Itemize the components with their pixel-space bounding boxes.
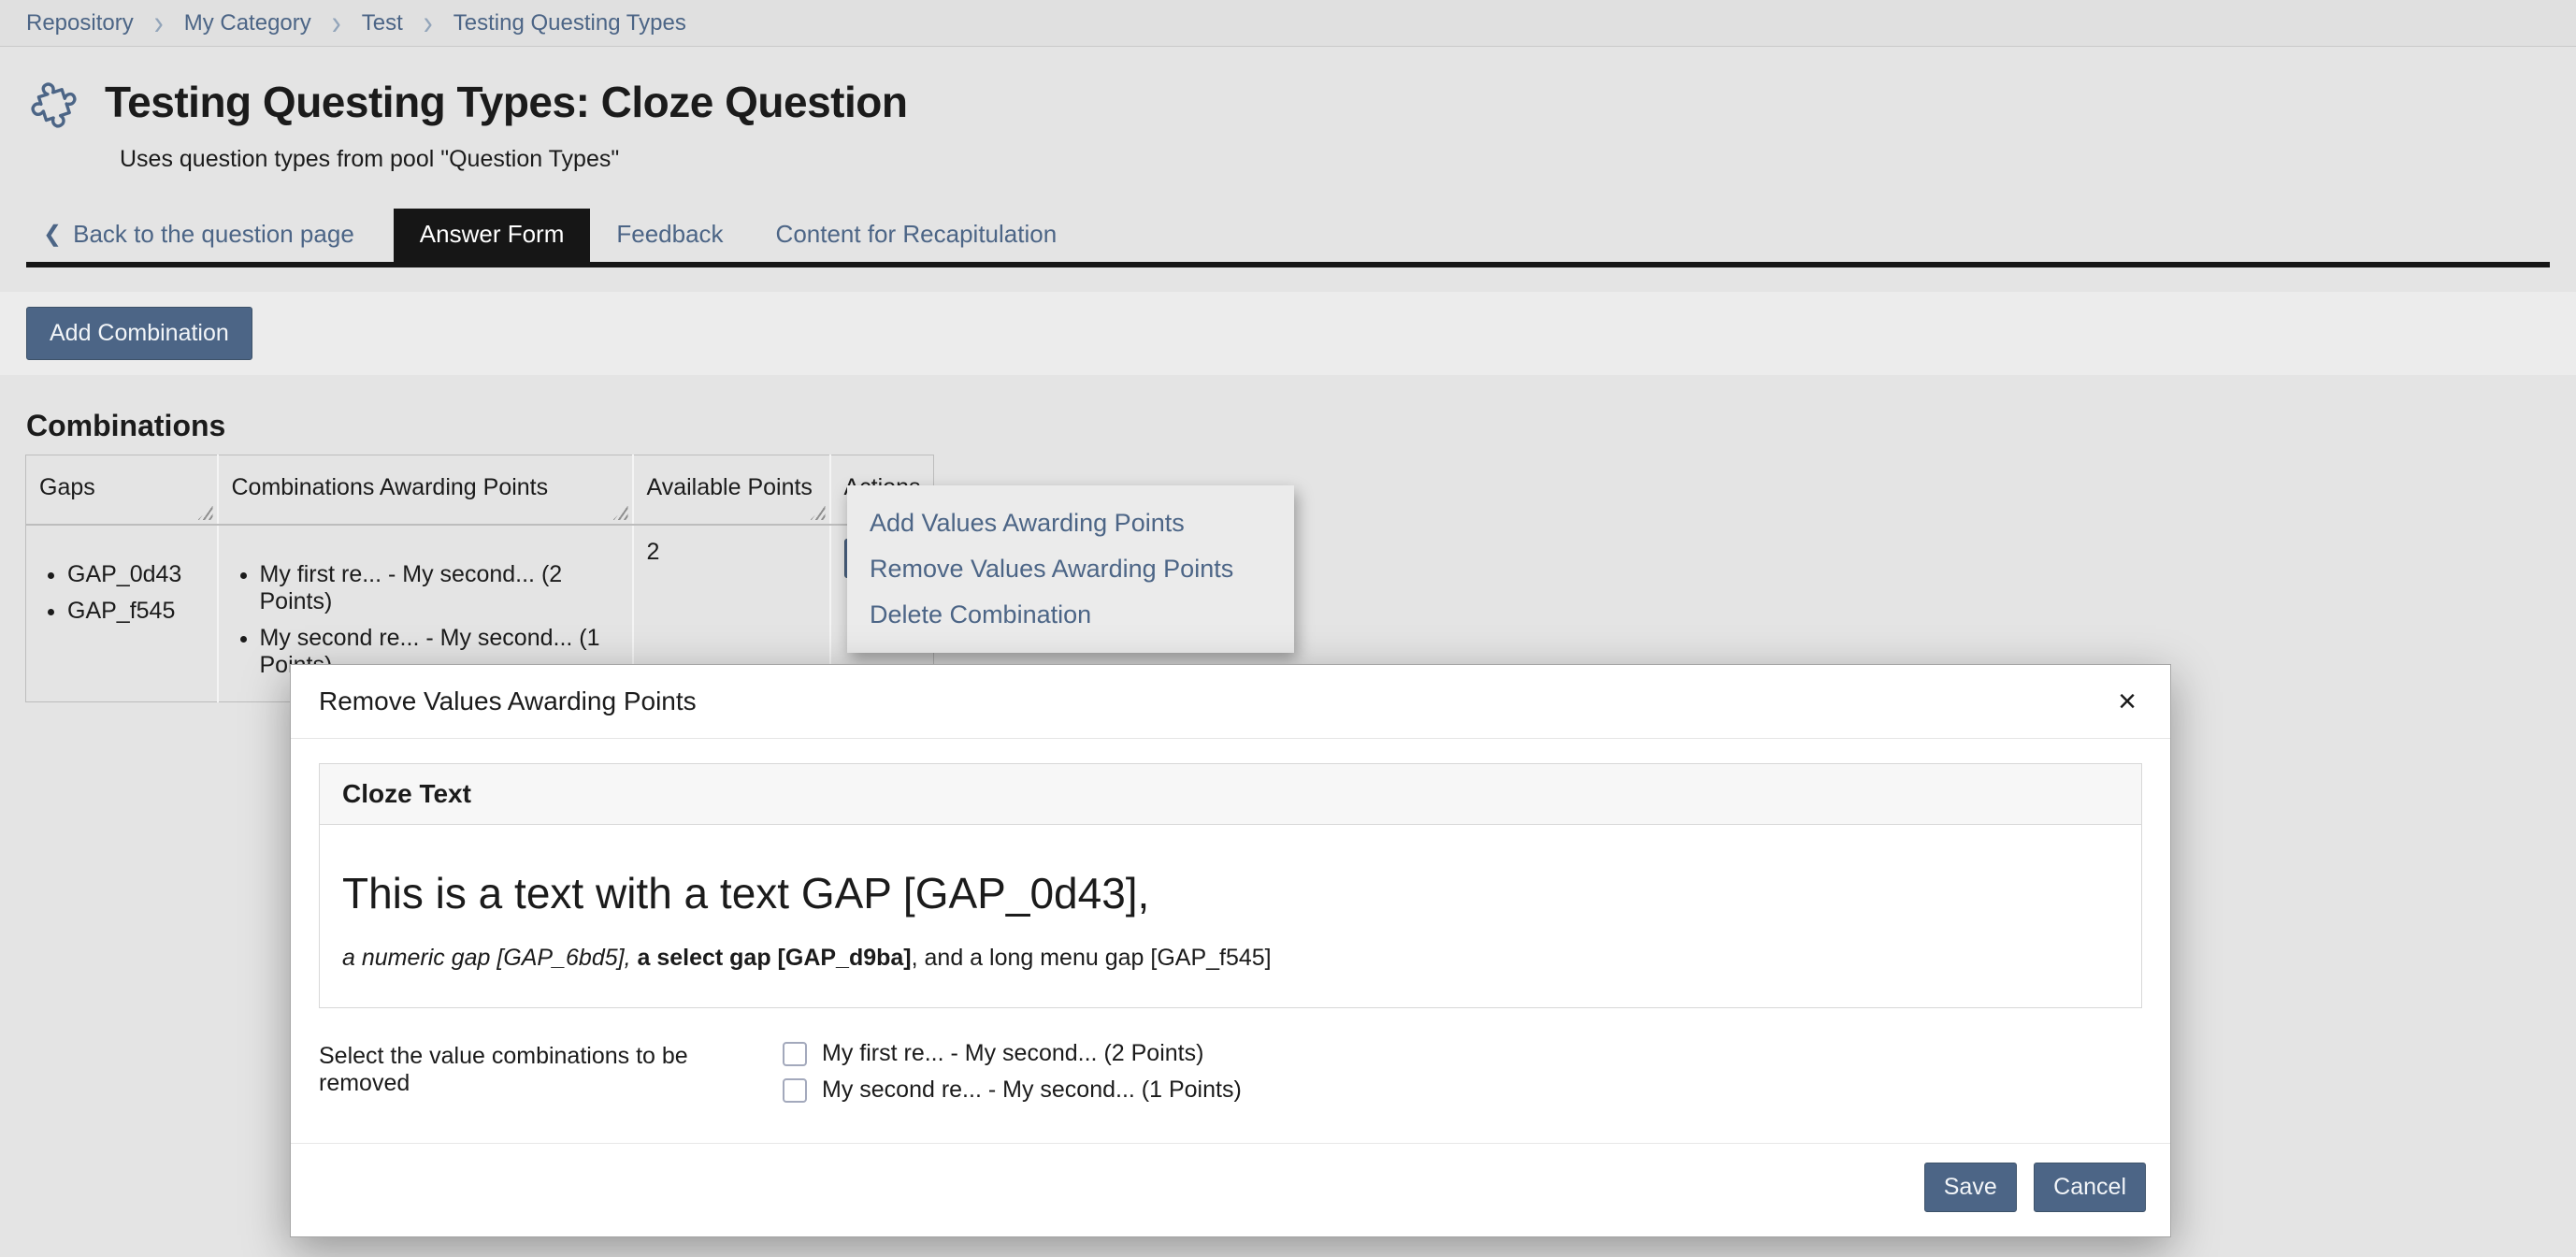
page-subtitle: Uses question types from pool "Question … [120,146,2550,173]
breadcrumb-item-test[interactable]: Test [362,10,403,36]
cloze-text-body: This is a text with a text GAP [GAP_0d43… [320,825,2141,1007]
menu-item-delete-combination[interactable]: Delete Combination [847,592,1294,638]
chevron-left-icon: ❮ [43,221,62,248]
gap-item: GAP_0d43 [67,561,204,588]
puzzle-icon [26,71,88,133]
tab-answer-form[interactable]: Answer Form [394,209,591,262]
modal-header: Remove Values Awarding Points × [291,665,2170,739]
checkbox-label: My second re... - My second... (1 Points… [822,1076,1242,1104]
page-header: Testing Questing Types: Cloze Question U… [0,47,2576,173]
column-resize-handle-icon[interactable] [613,505,628,520]
combination-item: My first re... - My second... (2 Points) [260,561,619,615]
add-combination-button[interactable]: Add Combination [26,307,252,360]
column-header-label: Available Points [647,474,813,500]
remove-values-form: Select the value combinations to be remo… [319,1040,2142,1104]
chevron-right-icon: › [424,6,433,41]
close-icon[interactable]: × [2112,686,2142,717]
column-header-label: Gaps [39,474,95,500]
actions-dropdown-menu: Add Values Awarding Points Remove Values… [847,485,1294,653]
page-title: Testing Questing Types: Cloze Question [105,77,907,127]
cancel-button[interactable]: Cancel [2034,1163,2146,1212]
back-link-label: Back to the question page [73,220,354,249]
chevron-right-icon: › [154,6,164,41]
toolbar: Add Combination [0,292,2576,375]
menu-item-add-values-awarding-points[interactable]: Add Values Awarding Points [847,500,1294,546]
value-combination-option-2[interactable]: My second re... - My second... (1 Points… [783,1076,1242,1104]
form-label: Select the value combinations to be remo… [319,1040,783,1104]
chevron-right-icon: › [332,6,341,41]
tab-feedback[interactable]: Feedback [590,209,749,262]
gap-item: GAP_f545 [67,598,204,625]
breadcrumb-item-my-category[interactable]: My Category [184,10,311,36]
breadcrumb-item-current[interactable]: Testing Questing Types [453,10,686,36]
save-button[interactable]: Save [1924,1163,2017,1212]
cell-gaps: GAP_0d43 GAP_f545 [26,525,218,702]
breadcrumb-item-repository[interactable]: Repository [26,10,134,36]
remove-values-modal: Remove Values Awarding Points × Cloze Te… [290,664,2171,1237]
cloze-text-heading: Cloze Text [320,764,2141,825]
cloze-segment-italic: a numeric gap [GAP_6bd5], [342,945,637,971]
modal-footer: Save Cancel [291,1143,2170,1236]
menu-item-remove-values-awarding-points[interactable]: Remove Values Awarding Points [847,546,1294,592]
cloze-segment-rest: , and a long menu gap [GAP_f545] [912,945,1272,971]
column-resize-handle-icon[interactable] [811,505,826,520]
modal-title: Remove Values Awarding Points [319,686,697,716]
column-header-gaps[interactable]: Gaps [26,455,218,526]
column-resize-handle-icon[interactable] [198,505,213,520]
table-header-row: Gaps Combinations Awarding Points Availa… [26,455,934,526]
cloze-segment-bold: a select gap [GAP_d9ba] [637,945,911,971]
value-combination-checkbox-1[interactable] [783,1042,807,1066]
breadcrumb: Repository › My Category › Test › Testin… [0,0,2576,47]
tab-content-for-recapitulation[interactable]: Content for Recapitulation [750,209,1084,262]
cloze-text-panel: Cloze Text This is a text with a text GA… [319,763,2142,1008]
column-header-available-points[interactable]: Available Points [633,455,830,526]
tab-bar: ❮ Back to the question page Answer Form … [26,209,2550,267]
value-combination-checkbox-2[interactable] [783,1078,807,1103]
value-combination-option-1[interactable]: My first re... - My second... (2 Points) [783,1040,1242,1067]
combinations-heading: Combinations [26,409,2576,443]
cloze-text-line2: a numeric gap [GAP_6bd5], a select gap [… [342,945,2119,972]
modal-body: Cloze Text This is a text with a text GA… [291,739,2170,1104]
checkbox-label: My first re... - My second... (2 Points) [822,1040,1203,1067]
column-header-label: Combinations Awarding Points [232,474,549,500]
cloze-text-line1: This is a text with a text GAP [GAP_0d43… [342,868,2119,918]
column-header-combinations-awarding-points[interactable]: Combinations Awarding Points [218,455,633,526]
back-to-question-page-link[interactable]: ❮ Back to the question page [26,209,354,262]
